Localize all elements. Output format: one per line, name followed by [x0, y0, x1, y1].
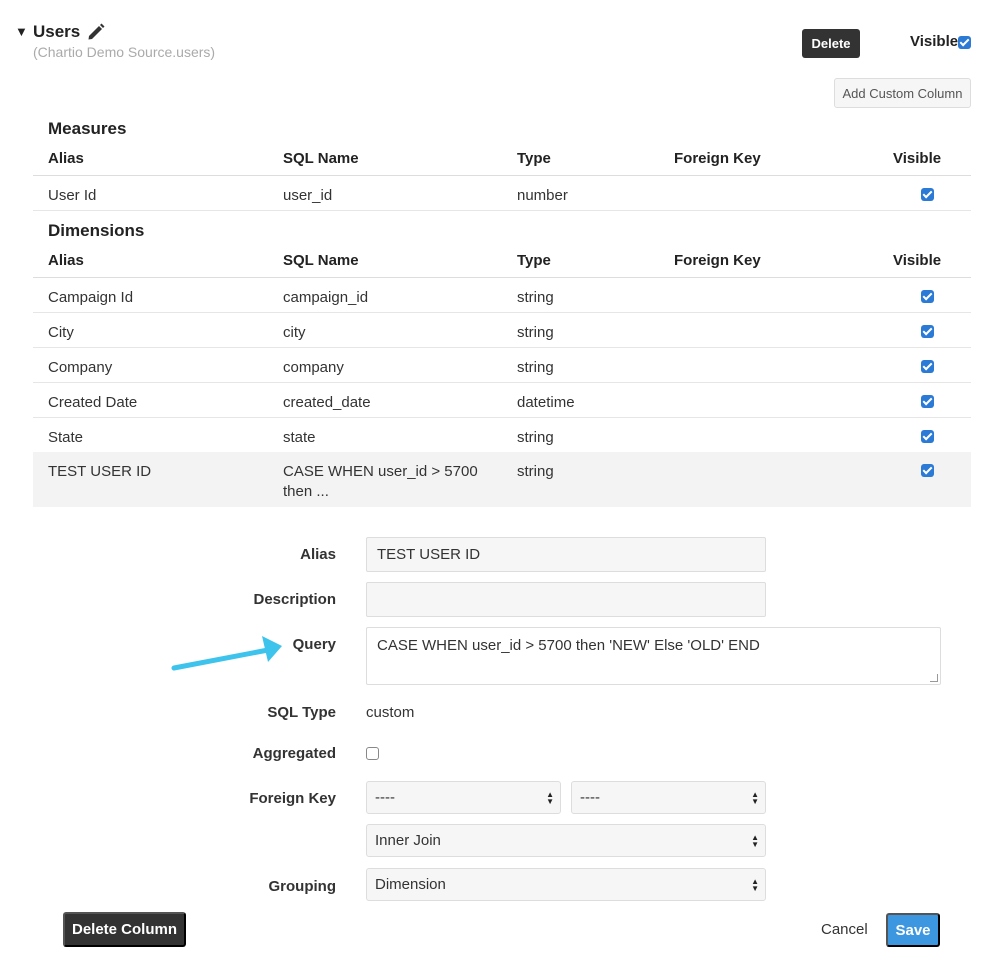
col-header-foreign-key: Foreign Key: [674, 150, 761, 167]
description-input[interactable]: [366, 582, 766, 617]
table-row[interactable]: City city string: [33, 313, 971, 348]
row-sql-name-line: then ...: [283, 483, 329, 500]
grouping-select[interactable]: Dimension ▲ ▼: [366, 868, 766, 901]
table-source: (Chartio Demo Source.users): [33, 44, 216, 60]
row-visible-checkbox[interactable]: [921, 430, 934, 443]
row-sql-name: state: [283, 429, 316, 446]
table-row[interactable]: Campaign Id campaign_id string: [33, 278, 971, 313]
dimensions-title: Dimensions: [48, 221, 145, 240]
row-visible-checkbox[interactable]: [921, 464, 934, 477]
alias-input[interactable]: TEST USER ID: [366, 537, 766, 572]
dimensions-table-header: Alias SQL Name Type Foreign Key Visible: [33, 244, 971, 278]
table-row[interactable]: State state string: [33, 418, 971, 453]
col-header-type: Type: [517, 150, 551, 167]
pencil-edit-icon[interactable]: [86, 22, 106, 42]
table-title: Users: [33, 22, 81, 41]
row-alias: City: [48, 324, 74, 341]
row-sql-name: user_id: [283, 187, 333, 204]
col-header-type: Type: [517, 252, 551, 269]
col-header-sql-name: SQL Name: [283, 150, 359, 167]
row-sql-name-line: CASE WHEN user_id > 5700: [283, 463, 478, 480]
row-alias: Campaign Id: [48, 289, 134, 306]
delete-table-button[interactable]: Delete: [802, 29, 860, 58]
join-type-select[interactable]: Inner Join ▲ ▼: [366, 824, 766, 857]
col-header-sql-name: SQL Name: [283, 252, 359, 269]
resize-grip-icon[interactable]: [930, 674, 938, 682]
save-button[interactable]: Save: [886, 913, 940, 947]
collapse-triangle-icon[interactable]: ▼: [15, 24, 28, 39]
table-row[interactable]: User Id user_id number: [33, 176, 971, 211]
row-visible-checkbox[interactable]: [921, 188, 934, 201]
select-value: Dimension: [375, 876, 446, 893]
row-sql-name: campaign_id: [283, 289, 369, 306]
col-header-foreign-key: Foreign Key: [674, 252, 761, 269]
table-visible-label: Visible: [910, 33, 959, 50]
select-value: ----: [580, 789, 600, 806]
row-visible-checkbox[interactable]: [921, 290, 934, 303]
row-sql-name: city: [283, 324, 306, 341]
description-label: Description: [253, 591, 336, 608]
row-sql-name: company: [283, 359, 344, 376]
row-visible-checkbox[interactable]: [921, 360, 934, 373]
row-type: datetime: [517, 394, 575, 411]
grouping-label: Grouping: [268, 878, 337, 895]
select-arrows-icon: ▲ ▼: [751, 790, 759, 806]
row-type: string: [517, 289, 554, 306]
row-type: number: [517, 187, 568, 204]
table-visible-checkbox[interactable]: [958, 36, 971, 49]
query-text: CASE WHEN user_id > 5700 then 'NEW' Else…: [377, 637, 760, 654]
col-header-alias: Alias: [48, 252, 84, 269]
row-type: string: [517, 463, 554, 480]
row-visible-checkbox[interactable]: [921, 395, 934, 408]
select-arrows-icon: ▲ ▼: [546, 790, 554, 806]
annotation-arrow-icon: [171, 636, 282, 671]
row-visible-checkbox[interactable]: [921, 325, 934, 338]
query-textarea[interactable]: CASE WHEN user_id > 5700 then 'NEW' Else…: [366, 627, 941, 685]
select-value: ----: [375, 789, 395, 806]
measures-table-header: Alias SQL Name Type Foreign Key Visible: [33, 142, 971, 176]
row-sql-name: CASE WHEN user_id > 5700 then ...: [283, 462, 478, 502]
row-alias: User Id: [48, 187, 97, 204]
aggregated-label: Aggregated: [252, 745, 336, 762]
measures-title: Measures: [48, 119, 127, 138]
table-row[interactable]: Created Date created_date datetime: [33, 383, 971, 418]
foreign-key-column-select[interactable]: ---- ▲ ▼: [571, 781, 766, 814]
table-row-selected[interactable]: TEST USER ID CASE WHEN user_id > 5700 th…: [33, 452, 971, 507]
table-row[interactable]: Company company string: [33, 348, 971, 383]
select-arrows-icon: ▲ ▼: [751, 833, 759, 849]
row-sql-name: created_date: [283, 394, 371, 411]
row-type: string: [517, 429, 554, 446]
row-alias: State: [48, 429, 84, 446]
sql-type-label: SQL Type: [267, 704, 336, 721]
select-value: Inner Join: [375, 832, 441, 849]
row-type: string: [517, 324, 554, 341]
select-arrows-icon: ▲ ▼: [751, 877, 759, 893]
aggregated-checkbox[interactable]: [366, 747, 379, 760]
alias-label: Alias: [300, 546, 336, 563]
foreign-key-label: Foreign Key: [249, 790, 336, 807]
col-header-visible: Visible: [893, 150, 942, 167]
sql-type-value: custom: [366, 704, 415, 721]
row-alias: TEST USER ID: [48, 463, 152, 480]
delete-column-button[interactable]: Delete Column: [63, 912, 186, 947]
cancel-button[interactable]: Cancel: [821, 921, 868, 938]
row-alias: Created Date: [48, 394, 138, 411]
add-custom-column-button[interactable]: Add Custom Column: [834, 78, 971, 108]
col-header-alias: Alias: [48, 150, 84, 167]
row-type: string: [517, 359, 554, 376]
foreign-key-table-select[interactable]: ---- ▲ ▼: [366, 781, 561, 814]
col-header-visible: Visible: [893, 252, 942, 269]
row-alias: Company: [48, 359, 113, 376]
